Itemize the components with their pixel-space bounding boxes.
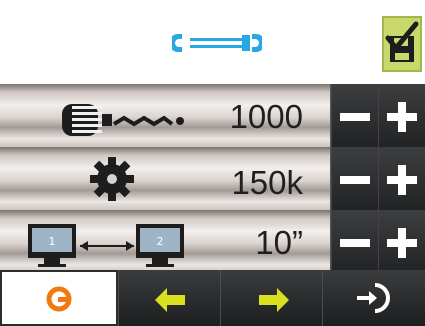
monitor-value: 10” <box>255 224 303 261</box>
forward-arrow-icon <box>259 288 289 312</box>
cable-length-stepper <box>330 84 425 154</box>
minus-icon <box>340 239 370 247</box>
gear-minus-button[interactable] <box>331 147 378 217</box>
settings-screen: 1000 150k 1 2 10” <box>0 0 425 326</box>
back-button[interactable] <box>118 270 220 326</box>
back-arrow-icon <box>155 288 185 312</box>
monitor-1-label: 1 <box>49 235 56 248</box>
cable-plus-button[interactable] <box>378 84 425 154</box>
exit-icon <box>357 283 390 313</box>
minus-icon <box>340 176 370 184</box>
setting-row-cable: 1000 <box>0 84 425 154</box>
cable-minus-button[interactable] <box>331 84 378 154</box>
save-check-icon <box>385 21 419 62</box>
gear-plus-button[interactable] <box>378 147 425 217</box>
minus-icon <box>340 113 370 121</box>
gear-stepper <box>330 147 425 217</box>
home-button[interactable] <box>0 270 118 326</box>
wrench-icon <box>172 34 262 52</box>
monitor-switch-icon: 1 2 <box>28 224 184 267</box>
gear-value: 150k <box>231 164 303 201</box>
exit-button[interactable] <box>322 270 425 326</box>
home-circle-icon <box>46 286 72 312</box>
save-button[interactable] <box>382 16 422 72</box>
monitor-2-label: 2 <box>157 235 164 248</box>
header-bar <box>0 0 425 84</box>
footer-bar <box>0 270 425 326</box>
cable-length-value: 1000 <box>229 98 303 135</box>
gear-icon <box>90 157 134 201</box>
cable-length-icon <box>62 104 184 136</box>
setting-row-gear: 150k <box>0 147 425 217</box>
forward-button[interactable] <box>220 270 322 326</box>
